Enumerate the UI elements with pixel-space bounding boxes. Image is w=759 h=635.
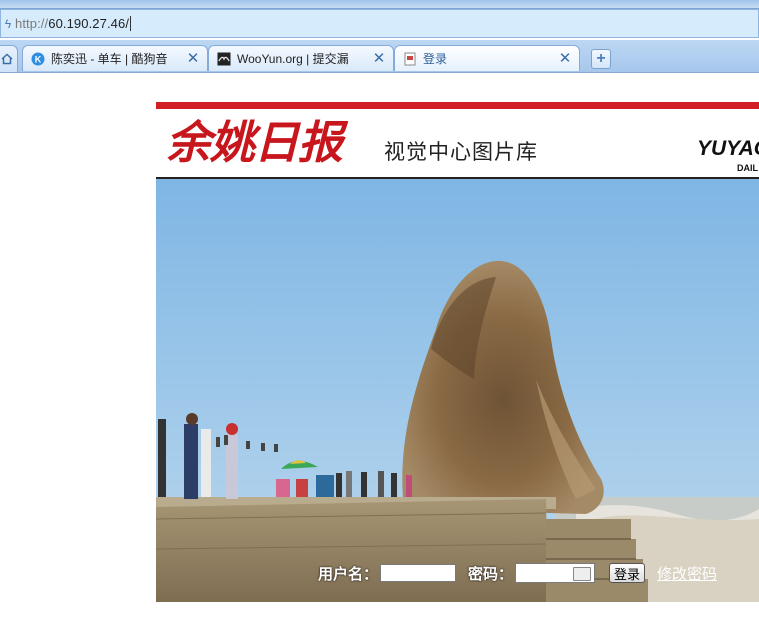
logo-english-sub: DAIL <box>737 163 758 173</box>
login-page: 余姚日报 视觉中心图片库 YUYAO DAIL <box>156 102 759 602</box>
logo-english: YUYAO <box>697 137 759 160</box>
password-field-wrapper <box>515 563 596 583</box>
brand-red-bar <box>156 102 759 109</box>
tab-login[interactable]: 登录 ✕ <box>394 45 580 71</box>
window-top-strip <box>0 0 759 9</box>
text-caret <box>130 16 132 31</box>
login-form: 用户名： 密码： 登录 修改密码 <box>318 560 759 586</box>
login-button[interactable]: 登录 <box>609 563 646 583</box>
svg-text:K: K <box>35 54 42 64</box>
lightning-icon: ϟ <box>4 16 12 31</box>
close-icon[interactable]: ✕ <box>185 50 201 67</box>
home-tab[interactable] <box>0 45 18 72</box>
change-password-link[interactable]: 修改密码 <box>657 563 717 584</box>
tidal-bore-photo <box>156 179 759 602</box>
tab-title: 登录 <box>423 52 448 66</box>
site-subtitle: 视觉中心图片库 <box>384 140 538 164</box>
tab-bar: K 陈奕迅 - 单车 | 酷狗音 ✕ WooYun.org | 提交漏 ✕ 登录… <box>0 40 759 73</box>
close-icon[interactable]: ✕ <box>371 50 387 67</box>
page-icon <box>403 52 417 66</box>
tab-wooyun[interactable]: WooYun.org | 提交漏 ✕ <box>208 45 394 71</box>
wooyun-icon <box>217 52 231 66</box>
username-input[interactable] <box>380 564 457 582</box>
site-header: 余姚日报 视觉中心图片库 YUYAO DAIL <box>156 109 759 179</box>
tab-title: 陈奕迅 - 单车 | 酷狗音 <box>51 52 168 66</box>
address-url[interactable]: http://60.190.27.46/ <box>15 16 129 31</box>
tab-title: WooYun.org | 提交漏 <box>237 52 349 66</box>
keyboard-icon[interactable] <box>573 567 592 581</box>
username-label: 用户名： <box>318 564 379 583</box>
home-icon <box>1 53 13 65</box>
newspaper-logo: 余姚日报 <box>166 116 343 169</box>
tab-kugou[interactable]: K 陈奕迅 - 单车 | 酷狗音 ✕ <box>22 45 208 71</box>
address-host: 60.190.27.46/ <box>48 16 130 31</box>
close-icon[interactable]: ✕ <box>557 50 573 67</box>
address-bar[interactable]: ϟ http://60.190.27.46/ <box>0 9 759 38</box>
kugou-icon: K <box>31 52 45 66</box>
address-prefix: http:// <box>15 16 49 31</box>
password-label: 密码： <box>468 564 514 583</box>
new-tab-button[interactable]: + <box>591 49 611 69</box>
